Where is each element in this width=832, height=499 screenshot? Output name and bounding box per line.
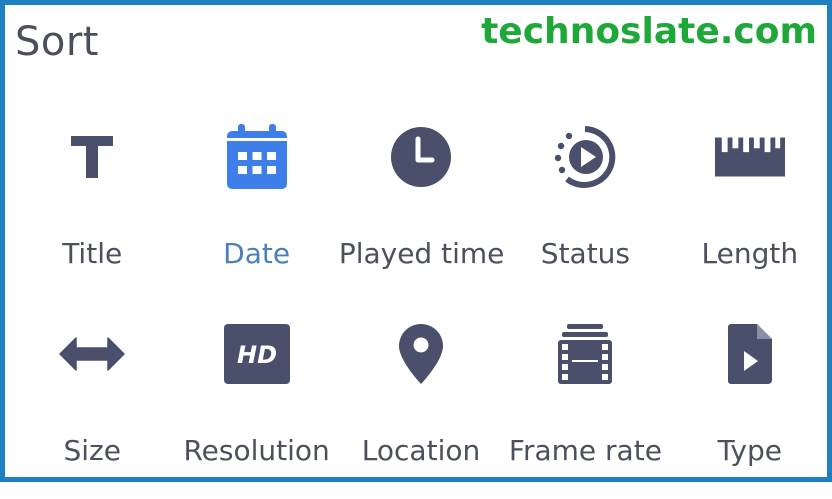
sort-dialog: Sort technoslate.com Title Date Played t…: [0, 0, 832, 482]
svg-text:HD: HD: [237, 341, 277, 369]
sort-option-played-time[interactable]: Played time: [338, 105, 505, 302]
sort-option-label: Location: [361, 434, 481, 467]
ruler-icon: [714, 121, 786, 193]
sort-option-type[interactable]: Type: [668, 302, 832, 499]
calendar-icon: [221, 121, 293, 193]
video-file-icon: [714, 318, 786, 390]
clock-icon: [385, 121, 457, 193]
title-icon: [56, 121, 128, 193]
film-icon: [549, 318, 621, 390]
sort-option-label: Status: [540, 237, 631, 270]
hd-icon: HD: [221, 318, 293, 390]
sort-option-status[interactable]: Status: [503, 105, 667, 302]
horizontal-arrows-icon: [56, 318, 128, 390]
sort-option-resolution[interactable]: HD Resolution: [174, 302, 338, 499]
sort-option-date[interactable]: Date: [174, 105, 338, 302]
page-title: Sort: [15, 19, 99, 65]
sort-option-length[interactable]: Length: [668, 105, 832, 302]
sort-options-row: Title Date Played time Status Length: [10, 105, 832, 302]
sort-option-label: Title: [62, 237, 123, 270]
sort-options-grid: Title Date Played time Status Length Siz…: [10, 105, 832, 499]
sort-option-label: Played time: [338, 237, 505, 270]
sort-option-label: Frame rate: [508, 434, 662, 467]
sort-option-label: Resolution: [183, 434, 330, 467]
location-pin-icon: [385, 318, 457, 390]
sort-option-location[interactable]: Location: [339, 302, 503, 499]
sort-options-row: Size HD Resolution Location Frame rate T…: [10, 302, 832, 499]
sort-option-title[interactable]: Title: [10, 105, 174, 302]
sort-option-label: Date: [223, 237, 291, 270]
watermark: technoslate.com: [481, 11, 817, 52]
play-status-icon: [549, 121, 621, 193]
sort-option-label: Size: [63, 434, 121, 467]
sort-option-size[interactable]: Size: [10, 302, 174, 499]
sort-option-label: Type: [717, 434, 782, 467]
sort-option-label: Length: [701, 237, 799, 270]
sort-option-frame-rate[interactable]: Frame rate: [503, 302, 667, 499]
